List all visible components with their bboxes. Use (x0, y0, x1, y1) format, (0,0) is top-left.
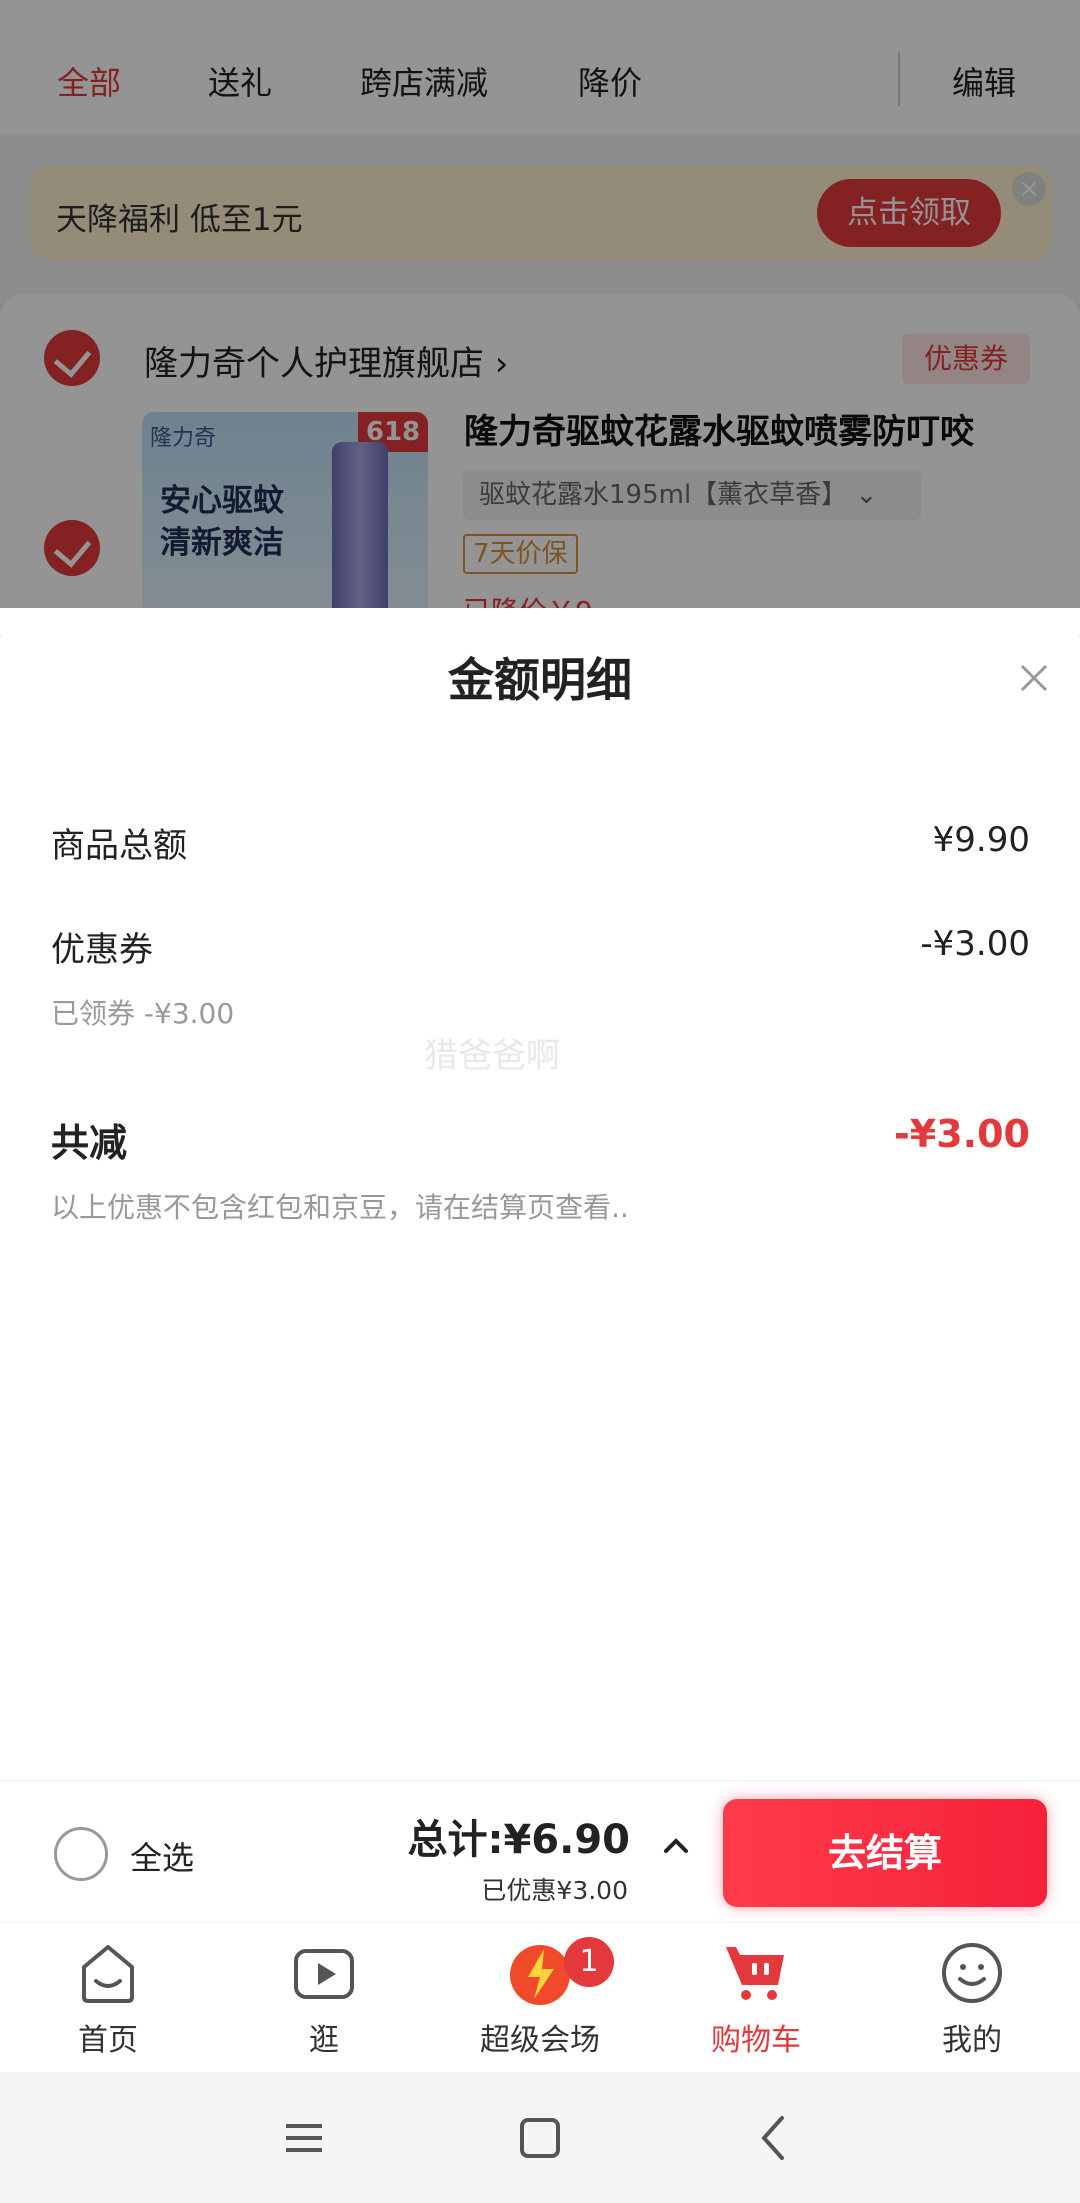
sheet-title: 金额明细 (448, 653, 632, 707)
coupon-label: 优惠券 (51, 930, 153, 970)
total-discount-label: 共减 (51, 1121, 128, 1165)
menu-icon[interactable] (274, 2108, 334, 2168)
amount-detail-sheet: 金额明细 商品总额 ¥9.90 优惠券 -¥3.00 已领券 -¥3.00 猎爸… (0, 608, 1080, 1780)
total-discount-value: -¥3.00 (894, 1112, 1030, 1156)
saved-amount: 已优惠¥3.00 (481, 1876, 628, 1905)
nav-super-venue[interactable]: 1 超级会场 (432, 1923, 648, 2073)
select-all-radio[interactable] (54, 1827, 108, 1881)
nav-cart-label: 购物车 (711, 2023, 801, 2058)
nav-home[interactable]: 首页 (0, 1923, 216, 2073)
home-icon (82, 1945, 134, 2003)
nav-browse[interactable]: 逛 (216, 1923, 432, 2073)
nav-cart[interactable]: 购物车 (648, 1923, 864, 2073)
smiley-profile-icon (942, 1943, 1002, 2003)
cart-icon (726, 1947, 784, 2000)
home-square-icon[interactable] (510, 2108, 570, 2168)
nav-super-venue-label: 超级会场 (480, 2023, 600, 2058)
subtotal-label: 商品总额 (51, 826, 187, 866)
system-navigation-bar (0, 2072, 1080, 2203)
total-price: 总计:¥6.90 (407, 1817, 630, 1863)
chevron-up-icon[interactable] (656, 1825, 696, 1865)
nav-browse-label: 逛 (309, 2023, 339, 2058)
video-play-icon (294, 1949, 354, 1999)
modal-overlay[interactable] (0, 0, 1080, 608)
watermark: 猎爸爸啊 (424, 1036, 560, 1076)
nav-profile[interactable]: 我的 (864, 1923, 1080, 2073)
nav-home-label: 首页 (78, 2023, 138, 2058)
checkout-button[interactable]: 去结算 (723, 1799, 1047, 1907)
notification-badge: 1 (564, 1937, 614, 1987)
subtotal-value: ¥9.90 (932, 820, 1030, 860)
discount-note: 以上优惠不包含红包和京豆，请在结算页查看.. (51, 1191, 629, 1224)
close-icon[interactable] (1014, 658, 1054, 698)
coupon-value: -¥3.00 (920, 924, 1030, 964)
super-venue-icon (510, 1945, 570, 2005)
nav-profile-label: 我的 (942, 2023, 1002, 2058)
checkout-bar: 全选 总计:¥6.90 已优惠¥3.00 去结算 (0, 1780, 1080, 1922)
coupon-claimed-note: 已领券 -¥3.00 (51, 997, 235, 1030)
back-icon[interactable] (744, 2108, 804, 2168)
select-all-label[interactable]: 全选 (130, 1833, 194, 1879)
bottom-tab-bar: 首页 逛 1 超级会场 购物车 我的 (0, 1922, 1080, 2072)
